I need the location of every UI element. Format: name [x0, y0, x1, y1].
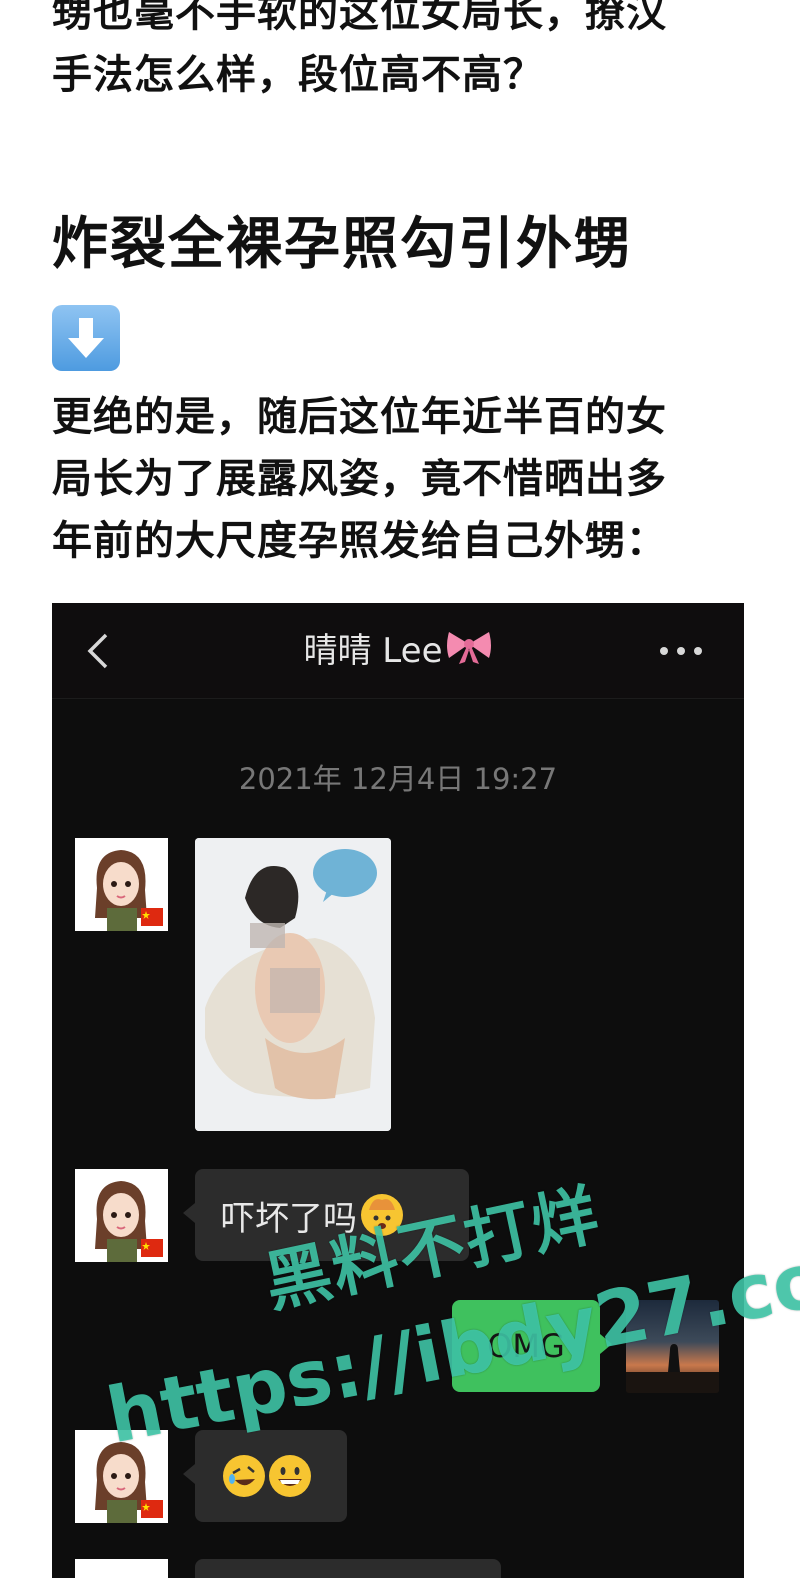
chat-header: 晴晴 Lee: [52, 603, 744, 699]
ribbon-bow-icon: [446, 632, 491, 664]
chat-title: 晴晴 Lee: [52, 629, 744, 673]
contact-avatar[interactable]: [75, 1169, 168, 1262]
article-body: 更绝的是，随后这位年近半百的女 局长为了展露风姿，竟不惜晒出多 年前的大尺度孕照…: [52, 386, 752, 572]
body-line-3: 年前的大尺度孕照发给自己外甥：: [52, 518, 667, 564]
chat-timestamp: 2021年 12月4日 19:27: [238, 762, 558, 796]
cartoon-woman-avatar-icon: [75, 1169, 168, 1262]
rofl-emoji-icon: [223, 1455, 265, 1497]
article-intro: 甥也毫不手软的这位女局长，撩汉 手法怎么样，段位高不高？: [52, 0, 752, 106]
section-heading: 炸裂全裸孕照勾引外甥: [52, 212, 632, 277]
shared-photo[interactable]: [195, 838, 391, 1131]
more-options-icon[interactable]: [656, 643, 706, 659]
contact-avatar[interactable]: [75, 1559, 168, 1578]
intro-line-1: 甥也毫不手软的这位女局长，撩汉: [52, 0, 667, 36]
intro-line-2: 手法怎么样，段位高不高？: [52, 52, 544, 98]
body-line-1: 更绝的是，随后这位年近半百的女: [52, 394, 667, 440]
emoji-message-bubble[interactable]: [183, 1430, 347, 1522]
chat-title-text: 晴晴 Lee: [303, 631, 443, 671]
body-line-2: 局长为了展露风姿，竟不惜晒出多: [52, 456, 667, 502]
message-bubble[interactable]: [195, 1559, 501, 1578]
cartoon-woman-avatar-icon: [75, 838, 168, 931]
grin-emoji-icon: [269, 1455, 311, 1497]
down-arrow-icon: [52, 305, 120, 371]
pregnancy-photo-image: [195, 838, 391, 1131]
contact-avatar[interactable]: [75, 838, 168, 931]
